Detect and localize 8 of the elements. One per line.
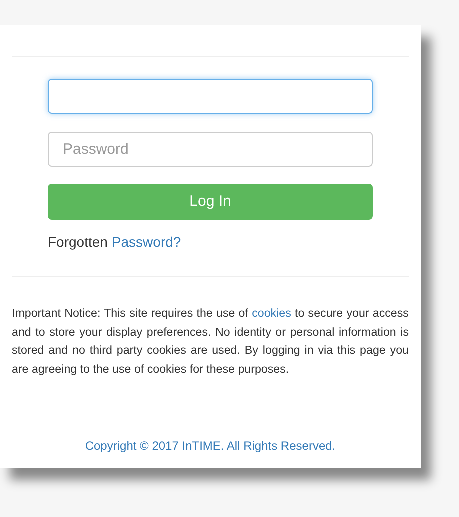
forgot-password-link[interactable]: Password? — [112, 232, 182, 253]
username-field[interactable] — [48, 79, 373, 114]
copyright-text: Copyright © 2017 InTIME. All Rights Reserved. — [85, 439, 336, 453]
cookies-link[interactable]: cookies — [252, 307, 292, 320]
forgot-label: Forgotten — [48, 233, 108, 252]
login-button[interactable]: Log In — [48, 184, 373, 220]
notice-paragraph: Important Notice: This site requires the use of cookies to secure your access and to store your display preferences. No identity or personal information is stored and no third party cookies are used. By logging in via this page you are agreeing to the use of cookies for these purposes. — [12, 306, 409, 378]
password-field[interactable]: Password — [48, 132, 373, 167]
